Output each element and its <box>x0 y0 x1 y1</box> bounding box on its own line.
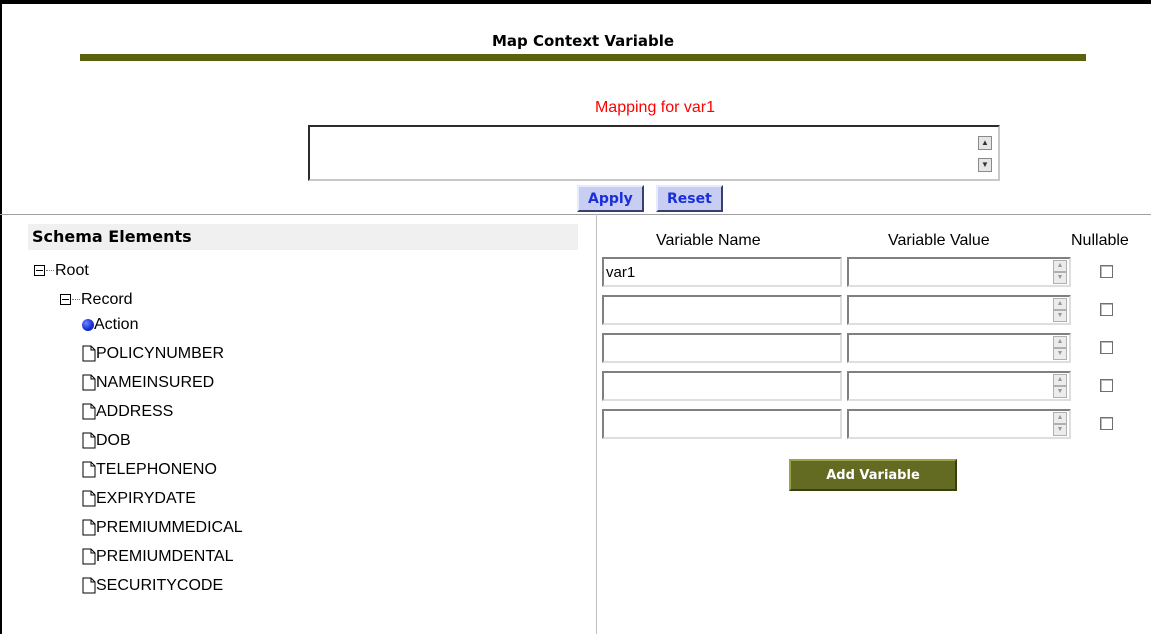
tree-node-label: TELEPHONENO <box>96 461 217 478</box>
nullable-checkbox[interactable] <box>1100 341 1113 354</box>
tree-node-label: PREMIUMMEDICAL <box>96 519 243 536</box>
scroll-down-icon[interactable]: ▼ <box>1053 348 1067 360</box>
nullable-checkbox[interactable] <box>1100 417 1113 430</box>
scroll-down-icon[interactable]: ▼ <box>1053 386 1067 398</box>
variable-value-input[interactable]: ▲ ▼ <box>847 333 1071 363</box>
collapse-icon[interactable] <box>34 265 45 277</box>
tree-node-label: NAMEINSURED <box>96 374 215 391</box>
variable-name-input[interactable] <box>602 409 842 439</box>
nullable-checkbox[interactable] <box>1100 265 1113 278</box>
tree-node-field[interactable]: POLICYNUMBER <box>82 345 224 363</box>
tree-node-root[interactable]: Root <box>34 262 89 280</box>
tree-node-label: EXPIRYDATE <box>96 490 196 507</box>
scroll-up-icon[interactable]: ▲ <box>1053 336 1067 348</box>
apply-button[interactable]: Apply <box>577 185 644 212</box>
title-rule <box>80 54 1086 61</box>
value-scrollbar[interactable]: ▲ ▼ <box>1053 298 1067 322</box>
variable-name-input[interactable] <box>602 295 842 325</box>
section-divider <box>0 214 1151 215</box>
variable-name-header: Variable Name <box>656 232 761 249</box>
element-ball-icon <box>82 318 94 331</box>
document-icon <box>82 548 96 565</box>
tree-node-label: Root <box>55 262 89 279</box>
variable-value-input[interactable]: ▲ ▼ <box>847 371 1071 401</box>
nullable-header: Nullable <box>1071 232 1129 249</box>
tree-node-field[interactable]: EXPIRYDATE <box>82 490 196 508</box>
add-variable-button[interactable]: Add Variable <box>789 459 957 491</box>
mapping-textarea-container: ▲ ▼ <box>308 125 1000 181</box>
scroll-up-icon[interactable]: ▲ <box>1053 374 1067 386</box>
tree-node-record[interactable]: Record <box>60 291 133 309</box>
scroll-up-icon[interactable]: ▲ <box>1053 298 1067 310</box>
document-icon <box>82 345 96 362</box>
page-title: Map Context Variable <box>491 32 675 50</box>
value-scrollbar[interactable]: ▲ ▼ <box>1053 260 1067 284</box>
window-frame-left <box>0 0 2 634</box>
scroll-down-icon[interactable]: ▼ <box>978 158 992 172</box>
mapping-label: Mapping for var1 <box>594 99 716 116</box>
scroll-down-icon[interactable]: ▼ <box>1053 310 1067 322</box>
window-frame-top <box>0 0 1151 4</box>
scroll-up-icon[interactable]: ▲ <box>1053 412 1067 424</box>
nullable-checkbox[interactable] <box>1100 303 1113 316</box>
tree-node-label: Action <box>94 316 139 333</box>
value-scrollbar[interactable]: ▲ ▼ <box>1053 336 1067 360</box>
tree-node-field[interactable]: DOB <box>82 432 131 450</box>
tree-node-action[interactable]: Action <box>82 316 138 334</box>
tree-node-label: DOB <box>96 432 131 449</box>
document-icon <box>82 577 96 594</box>
variable-value-input[interactable]: ▲ ▼ <box>847 295 1071 325</box>
collapse-icon[interactable] <box>60 294 71 306</box>
value-scrollbar[interactable]: ▲ ▼ <box>1053 412 1067 436</box>
tree-node-field[interactable]: ADDRESS <box>82 403 173 421</box>
variable-name-input[interactable] <box>602 371 842 401</box>
schema-elements-header: Schema Elements <box>28 224 578 250</box>
document-icon <box>82 519 96 536</box>
mapping-textarea[interactable] <box>310 127 970 179</box>
tree-node-field[interactable]: PREMIUMMEDICAL <box>82 519 243 537</box>
reset-button[interactable]: Reset <box>656 185 723 212</box>
tree-node-field[interactable]: NAMEINSURED <box>82 374 214 392</box>
tree-node-field[interactable]: SECURITYCODE <box>82 577 223 595</box>
tree-connector <box>72 299 80 301</box>
tree-node-label: PREMIUMDENTAL <box>96 548 234 565</box>
tree-node-field[interactable]: PREMIUMDENTAL <box>82 548 234 566</box>
scroll-up-icon[interactable]: ▲ <box>1053 260 1067 272</box>
variable-name-input[interactable] <box>602 257 842 287</box>
variable-value-input[interactable]: ▲ ▼ <box>847 409 1071 439</box>
variable-value-header: Variable Value <box>888 232 990 249</box>
scroll-up-icon[interactable]: ▲ <box>978 136 992 150</box>
nullable-checkbox[interactable] <box>1100 379 1113 392</box>
document-icon <box>82 461 96 478</box>
value-scrollbar[interactable]: ▲ ▼ <box>1053 374 1067 398</box>
tree-node-label: Record <box>81 291 133 308</box>
variable-value-input[interactable]: ▲ ▼ <box>847 257 1071 287</box>
scroll-down-icon[interactable]: ▼ <box>1053 272 1067 284</box>
document-icon <box>82 403 96 420</box>
document-icon <box>82 374 96 391</box>
tree-node-label: POLICYNUMBER <box>96 345 225 362</box>
document-icon <box>82 490 96 507</box>
tree-connector <box>46 270 54 272</box>
tree-node-field[interactable]: TELEPHONENO <box>82 461 217 479</box>
tree-node-label: ADDRESS <box>96 403 174 420</box>
column-divider <box>596 214 597 634</box>
scroll-down-icon[interactable]: ▼ <box>1053 424 1067 436</box>
document-icon <box>82 432 96 449</box>
tree-node-label: SECURITYCODE <box>96 577 224 594</box>
mapping-scrollbar[interactable]: ▲ ▼ <box>970 127 996 179</box>
variable-name-input[interactable] <box>602 333 842 363</box>
